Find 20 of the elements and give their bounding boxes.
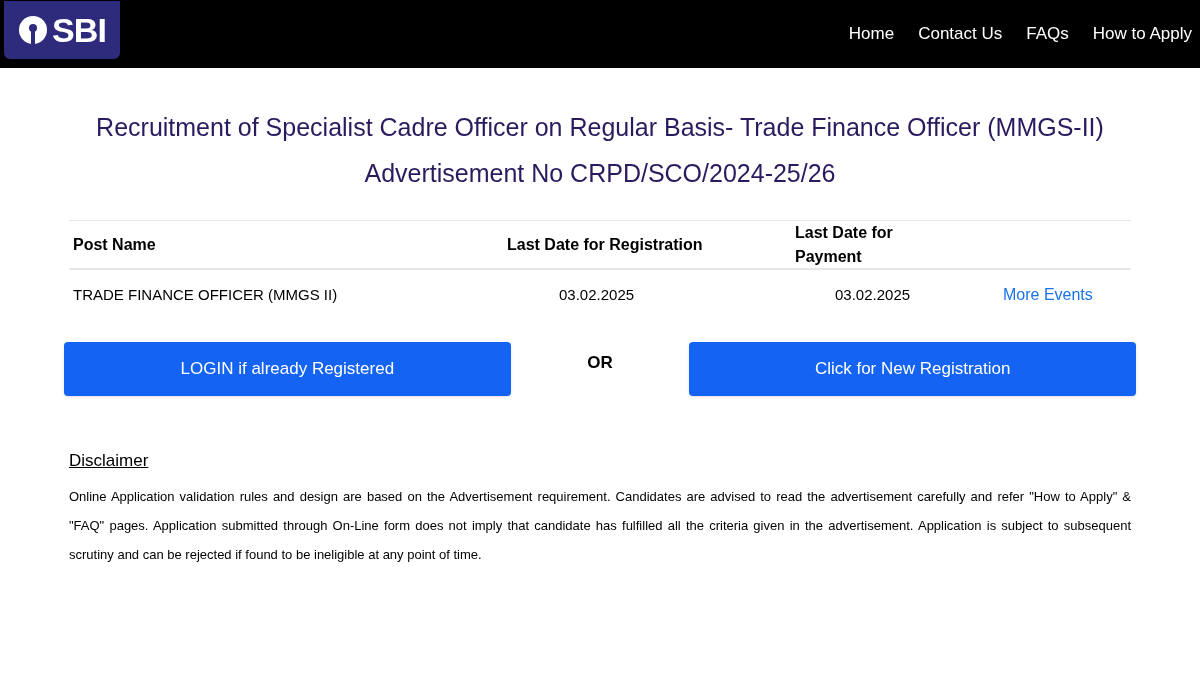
nav-link[interactable]: Contact Us bbox=[918, 21, 1003, 47]
disclaimer-heading: Disclaimer bbox=[69, 450, 150, 472]
table-cell-text: 03.02.2025 bbox=[834, 284, 912, 305]
page-title: Advertisement No CRPD/SCO/2024-25/26 bbox=[364, 158, 836, 189]
or-label: OR bbox=[586, 352, 614, 374]
registration-button[interactable]: Click for New Registration bbox=[689, 342, 1136, 396]
logo[interactable]: SBI bbox=[4, 1, 120, 59]
page-title: Recruitment of Specialist Cadre Officer on Regular Basis- Trade Finance Officer (MMGS-II) bbox=[96, 112, 1104, 143]
keyhole-icon bbox=[17, 15, 48, 45]
nav-link[interactable]: FAQs bbox=[1026, 21, 1069, 47]
table-cell-text: TRADE FINANCE OFFICER (MMGS II) bbox=[72, 284, 339, 305]
nav-link[interactable]: Home bbox=[848, 21, 895, 47]
column-header: Last Date for Registration bbox=[506, 235, 704, 255]
column-header: Post Name bbox=[72, 235, 157, 255]
more-events-link[interactable]: More Events bbox=[959, 283, 1139, 307]
column-header: Last Date for Payment bbox=[794, 223, 894, 267]
table-cell-text: 03.02.2025 bbox=[558, 284, 636, 305]
disclaimer-text: Online Application validation rules and design are based on the Advertisement requirement. Candidates are advised to read the advertisement carefully and refer "How to Apply" & "FAQ" pages. Application submitted through On-Line form does not imply that candidate has fulfilled all the criteria given in the advertisement. Application is subject to subsequent scrutiny and can be rejected if found to be ineligible at any point of time. bbox=[69, 487, 1131, 564]
nav-link[interactable]: How to Apply bbox=[1092, 21, 1192, 47]
login-button[interactable]: LOGIN if already Registered bbox=[64, 342, 511, 396]
